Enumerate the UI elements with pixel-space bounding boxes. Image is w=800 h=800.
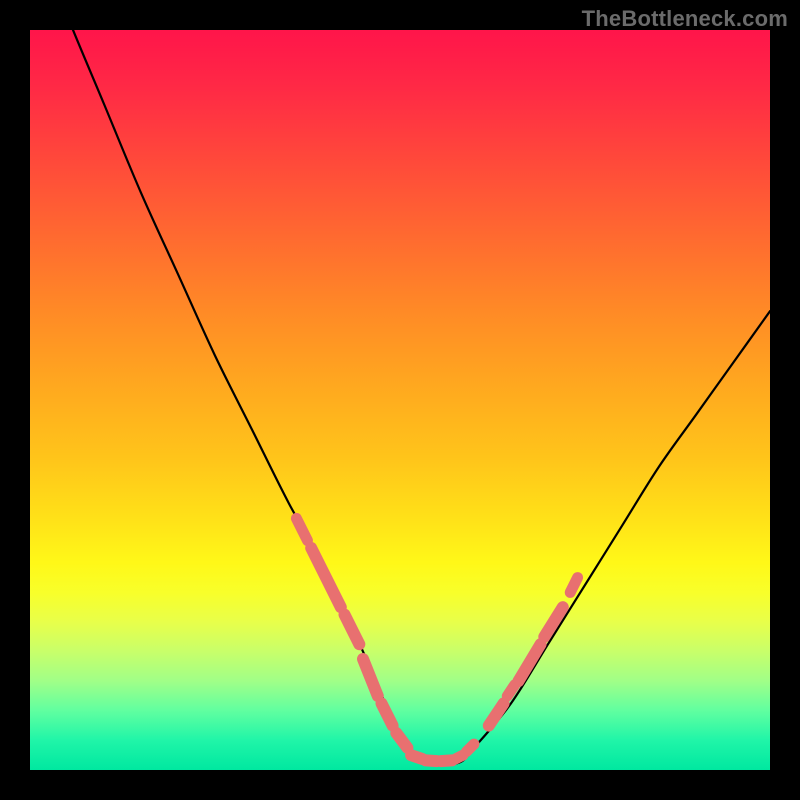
bottleneck-curve bbox=[30, 0, 770, 764]
marker-pill bbox=[570, 578, 577, 593]
marker-pill bbox=[311, 548, 341, 607]
marker-pill bbox=[363, 659, 378, 696]
plot-area bbox=[30, 30, 770, 770]
marker-pill bbox=[382, 703, 393, 725]
watermark-text: TheBottleneck.com bbox=[582, 6, 788, 32]
chart-frame: TheBottleneck.com bbox=[0, 0, 800, 800]
marker-pill bbox=[296, 518, 307, 540]
marker-pill bbox=[345, 615, 360, 645]
curve-layer bbox=[30, 30, 770, 770]
marker-pill bbox=[544, 607, 563, 637]
marker-pill bbox=[489, 703, 504, 725]
marker-segments bbox=[296, 518, 577, 761]
marker-pill bbox=[441, 760, 452, 761]
marker-pill bbox=[396, 733, 407, 748]
marker-pill bbox=[467, 744, 474, 751]
marker-pill bbox=[507, 685, 514, 696]
marker-pill bbox=[456, 755, 463, 759]
